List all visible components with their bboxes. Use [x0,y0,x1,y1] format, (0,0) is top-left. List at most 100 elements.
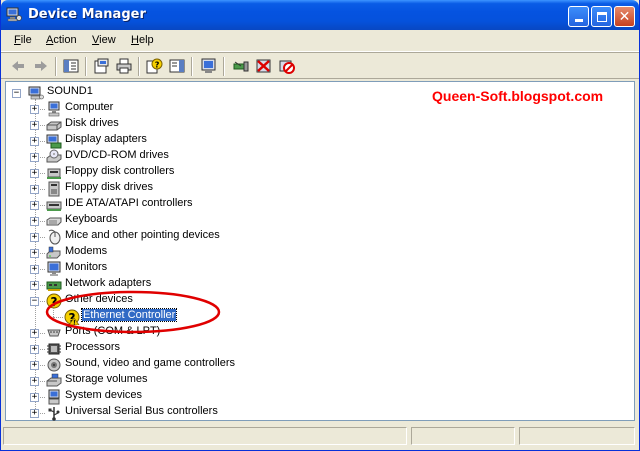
tree-item-label: Disk drives [65,117,119,129]
floppy-drive-icon [48,181,60,197]
scan-hardware-icon[interactable] [200,57,218,75]
print-icon[interactable] [115,57,133,75]
tree-category-item[interactable]: + Mice and other pointing devices [6,229,266,245]
cdrom-icon [46,149,62,163]
usb-icon [48,407,60,421]
toolbar-separator [55,57,57,76]
toolbar-separator [223,57,225,76]
status-panel-tertiary [519,427,635,445]
tree-item-label: IDE ATA/ATAPI controllers [65,197,193,209]
storage-volume-icon [46,373,62,387]
expand-button[interactable]: + [30,377,39,386]
close-icon: ✕ [618,8,631,25]
title-bar[interactable]: Device Manager ✕ [1,0,639,30]
expand-button[interactable]: + [30,393,39,402]
expand-button[interactable]: + [30,201,39,210]
tree-category-item[interactable]: + IDE ATA/ATAPI controllers [6,197,266,213]
red-highlight-ellipse [45,290,221,334]
expand-button[interactable]: + [30,137,39,146]
tree-item-label: System devices [65,389,143,401]
tree-item-label: Sound, video and game controllers [65,357,235,369]
tree-category-item[interactable]: + DVD/CD-ROM drives [6,149,266,165]
expand-button[interactable]: + [30,105,39,114]
expand-button[interactable]: + [30,345,39,354]
floppy-controller-icon [47,168,61,179]
tree-item-label: Universal Serial Bus controllers [65,405,218,417]
expand-button[interactable]: + [30,121,39,130]
tree-category-item[interactable]: + Floppy disk drives [6,181,266,197]
menu-action[interactable]: Action [46,34,77,46]
menu-view[interactable]: View [92,34,116,46]
collapse-button[interactable]: − [30,297,39,306]
status-panel-main [3,427,407,445]
expand-button[interactable]: + [30,281,39,290]
help-icon[interactable]: ? [145,57,163,75]
tree-category-item[interactable]: + Floppy disk controllers [6,165,266,181]
expand-button[interactable]: + [30,217,39,226]
minimize-button[interactable] [568,6,589,27]
processor-icon [47,343,61,355]
tree-category-item[interactable]: + Display adapters [6,133,266,149]
menu-file[interactable]: File [14,34,32,46]
watermark-text: Queen-Soft.blogspot.com [432,88,604,104]
properties-icon[interactable] [92,57,110,75]
show-hide-console-tree-icon[interactable] [62,57,80,75]
tree-category-item[interactable]: + Keyboards [6,213,266,229]
tree-category-item[interactable]: + Storage volumes [6,373,266,389]
tree-item-label: Floppy disk controllers [65,165,175,177]
maximize-icon [596,11,607,22]
expand-button[interactable]: + [30,185,39,194]
mouse-icon [48,229,61,245]
device-manager-icon [6,7,22,22]
toolbar-separator [191,57,193,76]
tree-category-item[interactable]: + Universal Serial Bus controllers [6,405,266,421]
tree-item-label: Display adapters [65,133,147,145]
computer-icon [48,101,60,117]
back-arrow-icon[interactable] [9,57,27,75]
expand-button[interactable]: + [30,361,39,370]
maximize-button[interactable] [591,6,612,27]
expand-button[interactable]: + [30,169,39,178]
tree-category-item[interactable]: + Disk drives [6,117,266,133]
svg-text:?: ? [155,61,160,70]
tree-category-item[interactable]: + Computer [6,101,266,117]
minimize-icon [574,19,583,22]
expand-button[interactable]: + [30,249,39,258]
tree-root-item[interactable]: − SOUND1 [6,85,206,101]
device-tree-pane[interactable]: Queen-Soft.blogspot.com − SOUND1 + Computer… [5,81,635,421]
collapse-button[interactable]: − [12,89,21,98]
close-button[interactable]: ✕ [614,6,635,27]
tree-item-label: Network adapters [65,277,152,289]
status-panel-secondary [411,427,515,445]
update-driver-icon[interactable] [232,57,250,75]
menu-help[interactable]: Help [131,34,154,46]
tree-category-item[interactable]: + System devices [6,389,266,405]
expand-button[interactable]: + [30,409,39,418]
expand-button[interactable]: + [30,153,39,162]
window-title: Device Manager [28,7,146,22]
disable-device-icon[interactable] [278,57,296,75]
tree-category-item[interactable]: + Monitors [6,261,266,277]
tree-item-label: Computer [65,101,114,113]
tree-item-label: Keyboards [65,213,118,225]
forward-arrow-icon[interactable] [32,57,50,75]
tree-category-item[interactable]: + Sound, video and game controllers [6,357,266,373]
tree-item-label: Modems [65,245,108,257]
uninstall-icon[interactable] [255,57,273,75]
tree-item-label: Storage volumes [65,373,148,385]
toolbar-separator [85,57,87,76]
tree-category-item[interactable]: + Processors [6,341,266,357]
tree-item-label: Processors [65,341,121,353]
tree-category-item[interactable]: + Modems [6,245,266,261]
display-adapter-icon [46,134,62,149]
disk-drive-icon [46,121,62,131]
keyboard-icon [46,217,62,226]
root-computer-icon [28,86,44,100]
expand-button[interactable]: + [30,233,39,242]
system-device-icon [48,389,60,405]
expand-button[interactable]: + [30,265,39,274]
show-hide-action-pane-icon[interactable] [168,57,186,75]
tree-item-label: SOUND1 [47,85,93,97]
expand-button[interactable]: + [30,329,39,338]
toolbar-separator [138,57,140,76]
